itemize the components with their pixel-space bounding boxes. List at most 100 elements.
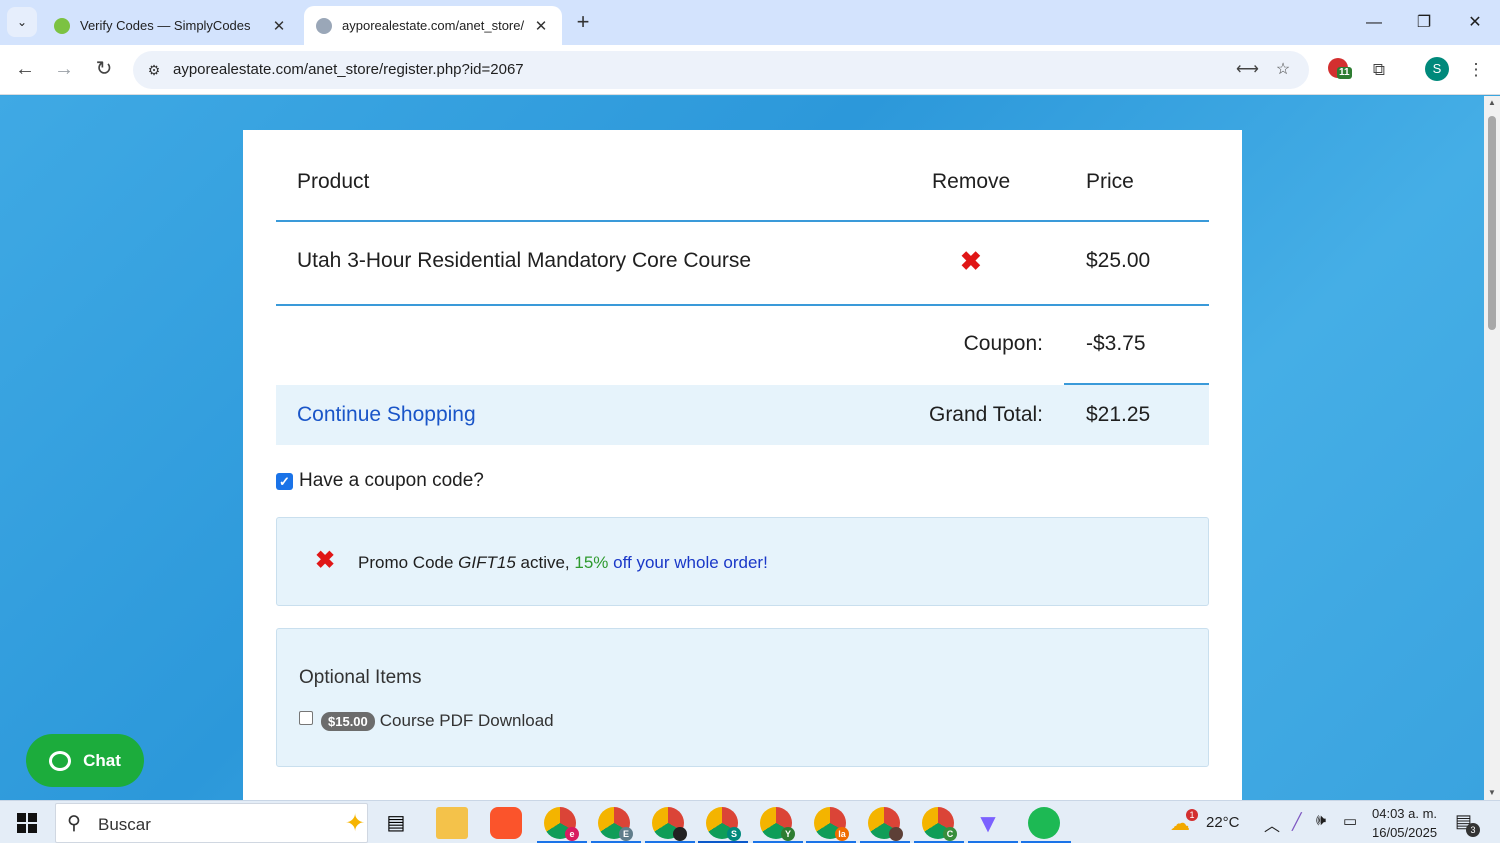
promo-status-box: ✖ Promo Code GIFT15 active, 15% off your… xyxy=(276,517,1209,606)
chrome-profile-dark-icon[interactable] xyxy=(652,807,687,841)
extensions-puzzle-icon[interactable]: ⧉ xyxy=(1366,57,1392,83)
weather-temp[interactable]: 22°C xyxy=(1206,814,1240,843)
table-row: Utah 3-Hour Residential Mandatory Core C… xyxy=(276,222,1209,306)
optional-items-box: Optional Items $15.00 Course PDF Downloa… xyxy=(276,628,1209,767)
address-bar[interactable]: ⚙ ayporealestate.com/anet_store/register… xyxy=(133,51,1309,89)
notification-count-badge: 3 xyxy=(1466,823,1480,837)
search-icon: ⚲ xyxy=(67,813,81,834)
close-tab-icon[interactable]: ✕ xyxy=(270,17,288,35)
back-arrow-icon[interactable]: ← xyxy=(10,54,40,84)
close-window-button[interactable]: ✕ xyxy=(1452,8,1498,38)
simplycodes-favicon-icon xyxy=(54,17,70,34)
chevron-down-icon: ⌄ xyxy=(16,15,28,29)
copilot-sparkle-icon: ✦ xyxy=(345,810,366,837)
tab-strip: ⌄ Verify Codes — SimplyCodes ✕ ayporeale… xyxy=(0,0,1500,45)
brave-icon[interactable] xyxy=(490,807,522,839)
promo-code: GIFT15 xyxy=(458,553,516,572)
windows-taskbar: ⚲ Buscar ✦ ▤ e E S Y la C ▼ ☁ 1 22°C ︿ ╱… xyxy=(0,800,1500,843)
optional-item-checkbox[interactable] xyxy=(299,711,313,725)
promo-message: Promo Code GIFT15 active, 15% off your w… xyxy=(358,553,768,573)
taskbar-clock[interactable]: 04:03 a. m. 16/05/2025 xyxy=(1372,804,1437,842)
network-icon[interactable]: ▭ xyxy=(1343,812,1357,843)
scroll-up-icon[interactable]: ▲ xyxy=(1484,96,1500,110)
chat-bubble-icon xyxy=(49,750,72,771)
tab-ayporealestate[interactable]: ayporealestate.com/anet_store/ ✕ xyxy=(304,6,562,45)
vpn-icon[interactable]: ▼ xyxy=(972,807,1004,839)
coupon-checkbox[interactable]: ✓ xyxy=(276,472,293,490)
profile-avatar[interactable]: S xyxy=(1425,57,1449,81)
tab-title: Verify Codes — SimplyCodes xyxy=(80,18,251,33)
optional-item-label: Course PDF Download xyxy=(379,711,554,730)
taskbar-search-text: Buscar xyxy=(98,815,151,834)
coupon-toggle[interactable]: ✓ Have a coupon code? xyxy=(276,470,484,492)
task-view-icon[interactable]: ▤ xyxy=(380,807,412,839)
chrome-profile-photo-icon[interactable] xyxy=(868,807,903,841)
coupon-row: Coupon: -$3.75 xyxy=(276,306,1209,385)
header-price: Price xyxy=(1086,170,1134,193)
grand-total-label: Grand Total: xyxy=(928,403,1043,426)
coupon-toggle-label: Have a coupon code? xyxy=(299,470,484,491)
promo-prefix: Promo Code xyxy=(358,553,459,572)
remove-promo-icon[interactable]: ✖ xyxy=(315,546,335,575)
promo-suffix: off your whole order! xyxy=(608,553,768,572)
product-price: $25.00 xyxy=(1086,249,1151,272)
header-remove: Remove xyxy=(932,170,1011,193)
chrome-profile-y-icon[interactable]: Y xyxy=(760,807,795,841)
tab-title: ayporealestate.com/anet_store/ xyxy=(342,18,525,33)
close-tab-icon[interactable]: ✕ xyxy=(532,17,550,35)
windows-start-icon[interactable] xyxy=(17,813,37,833)
forward-arrow-icon[interactable]: → xyxy=(49,54,79,84)
remove-item-icon[interactable]: ✖ xyxy=(960,246,982,277)
coupon-value: -$3.75 xyxy=(1086,332,1146,355)
clock-date: 16/05/2025 xyxy=(1372,825,1438,840)
continue-shopping-link[interactable]: Continue Shopping xyxy=(297,403,476,427)
taskbar-search[interactable]: ⚲ Buscar ✦ xyxy=(55,803,368,843)
site-settings-icon[interactable]: ⚙ xyxy=(143,59,165,81)
scroll-thumb[interactable] xyxy=(1488,116,1496,330)
browser-toolbar: ← → ↻ ⚙ ayporealestate.com/anet_store/re… xyxy=(0,45,1500,95)
reload-icon[interactable]: ↻ xyxy=(89,54,119,84)
new-tab-button[interactable]: + xyxy=(570,10,596,36)
tab-simplycodes[interactable]: Verify Codes — SimplyCodes ✕ xyxy=(42,6,300,45)
cart-card: Product Remove Price Utah 3-Hour Residen… xyxy=(243,130,1242,800)
globe-favicon-icon xyxy=(316,17,332,34)
extension-icon[interactable]: 11 xyxy=(1328,58,1352,79)
optional-items-title: Optional Items xyxy=(299,667,422,688)
chat-button[interactable]: Chat xyxy=(26,734,144,787)
cart-table: Product Remove Price Utah 3-Hour Residen… xyxy=(276,130,1209,445)
page-scrollbar[interactable]: ▲ ▼ xyxy=(1484,96,1500,800)
coupon-label: Coupon: xyxy=(963,332,1043,355)
promo-percent: 15% xyxy=(574,553,609,572)
restore-button[interactable]: ❐ xyxy=(1401,8,1447,38)
scroll-down-icon[interactable]: ▼ xyxy=(1484,786,1500,800)
pen-icon[interactable]: ╱ xyxy=(1292,812,1302,843)
grand-total-value: $21.25 xyxy=(1086,403,1151,426)
minimize-button[interactable]: — xyxy=(1351,8,1397,38)
cart-header-row: Product Remove Price xyxy=(276,130,1209,222)
optional-item[interactable]: $15.00 Course PDF Download xyxy=(299,711,554,731)
volume-icon[interactable]: 🕪 xyxy=(1316,812,1326,843)
chrome-profile-E-icon[interactable]: E xyxy=(598,807,633,841)
url-text[interactable]: ayporealestate.com/anet_store/register.p… xyxy=(173,51,524,89)
chrome-profile-c-icon[interactable]: C xyxy=(922,807,957,841)
translate-icon[interactable]: ⟷ xyxy=(1236,59,1259,81)
tab-search-button[interactable]: ⌄ xyxy=(7,7,37,37)
product-name: Utah 3-Hour Residential Mandatory Core C… xyxy=(297,249,752,272)
bookmark-star-icon[interactable]: ☆ xyxy=(1272,59,1294,81)
grand-total-row: Continue Shopping Grand Total: $21.25 xyxy=(276,385,1209,445)
chrome-profile-la-icon[interactable]: la xyxy=(814,807,849,841)
chrome-profile-e-icon[interactable]: e xyxy=(544,807,579,841)
tray-chevron-icon[interactable]: ︿ xyxy=(1264,812,1280,843)
header-product: Product xyxy=(297,170,370,193)
file-explorer-icon[interactable] xyxy=(436,807,468,839)
weather-alert-badge: 1 xyxy=(1186,809,1198,821)
spotify-icon[interactable] xyxy=(1028,807,1060,839)
promo-middle: active, xyxy=(515,553,575,572)
optional-item-price: $15.00 xyxy=(321,711,375,731)
more-menu-icon[interactable]: ⋮ xyxy=(1463,57,1489,83)
chat-label: Chat xyxy=(83,750,121,770)
extension-badge-count: 11 xyxy=(1337,67,1352,79)
chrome-profile-s-icon[interactable]: S xyxy=(706,807,741,841)
clock-time: 04:03 a. m. xyxy=(1372,806,1438,821)
page-viewport: Product Remove Price Utah 3-Hour Residen… xyxy=(0,96,1484,800)
